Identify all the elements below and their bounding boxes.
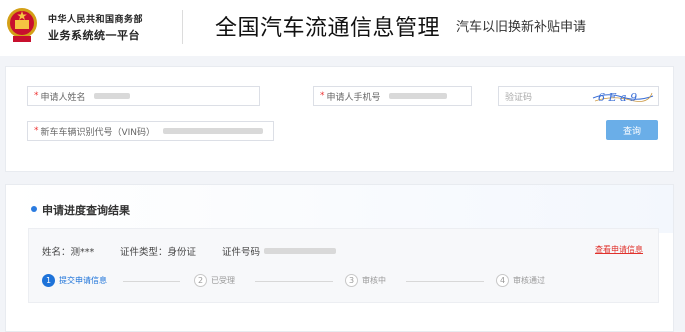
result-title: 申请进度查询结果 bbox=[42, 204, 130, 217]
required-mark: * bbox=[320, 91, 325, 101]
vin-label: 新车车辆识别代号（VIN码） bbox=[40, 127, 156, 138]
id-number-label: 证件号码 bbox=[222, 247, 261, 258]
page-title: 全国汽车流通信息管理 bbox=[215, 16, 441, 41]
platform-name: 业务系统统一平台 bbox=[48, 29, 140, 42]
masked-value bbox=[388, 93, 447, 99]
masked-value bbox=[93, 93, 130, 99]
top-header: 中华人民共和国商务部 业务系统统一平台 全国汽车流通信息管理 汽车以旧换新补贴申… bbox=[0, 0, 685, 56]
applicant-name-label: 申请人姓名 bbox=[40, 92, 86, 103]
step-approved: 4 审核通过 bbox=[496, 274, 545, 287]
applicant-phone-field[interactable]: * 申请人手机号 bbox=[313, 86, 472, 106]
captcha-field[interactable]: 验证码 6 E a 9 bbox=[498, 86, 659, 106]
step-connector bbox=[123, 281, 180, 282]
vin-field[interactable]: * 新车车辆识别代号（VIN码） bbox=[27, 121, 274, 141]
result-card: 姓名：测*** 证件类型：身份证 证件号码 查看申请信息 1 提交申请信息 2 … bbox=[28, 228, 659, 303]
query-button[interactable]: 查询 bbox=[606, 120, 658, 140]
header-divider bbox=[182, 10, 183, 44]
step-number: 4 bbox=[496, 274, 509, 287]
masked-value bbox=[264, 248, 337, 254]
masked-value bbox=[163, 128, 264, 134]
national-emblem-icon bbox=[7, 8, 37, 42]
step-number: 3 bbox=[345, 274, 358, 287]
step-number: 1 bbox=[42, 274, 55, 287]
step-label: 审核中 bbox=[362, 276, 386, 285]
page-subtitle: 汽车以旧换新补贴申请 bbox=[456, 20, 587, 35]
step-number: 2 bbox=[194, 274, 207, 287]
step-reviewing: 3 审核中 bbox=[345, 274, 386, 287]
id-type-value: 证件类型：身份证 bbox=[120, 247, 197, 258]
applicant-name-field[interactable]: * 申请人姓名 bbox=[27, 86, 260, 106]
step-label: 已受理 bbox=[211, 276, 235, 285]
step-label: 审核通过 bbox=[513, 276, 545, 285]
step-submit: 1 提交申请信息 bbox=[42, 274, 107, 287]
step-connector bbox=[406, 281, 484, 282]
result-panel: 申请进度查询结果 姓名：测*** 证件类型：身份证 证件号码 查看申请信息 1 … bbox=[5, 184, 674, 332]
captcha-placeholder: 验证码 bbox=[505, 92, 533, 103]
step-accepted: 2 已受理 bbox=[194, 274, 235, 287]
applicant-name-value: 姓名：测*** bbox=[42, 247, 95, 258]
applicant-phone-label: 申请人手机号 bbox=[326, 92, 381, 103]
id-number: 证件号码 bbox=[222, 244, 337, 258]
query-form-panel: * 申请人姓名 * 申请人手机号 验证码 6 E a 9 * 新车车辆识别代号（… bbox=[5, 66, 674, 172]
ministry-name: 中华人民共和国商务部 bbox=[48, 15, 144, 25]
required-mark: * bbox=[34, 91, 39, 101]
captcha-text: 6 E a 9 bbox=[598, 91, 637, 104]
required-mark: * bbox=[34, 126, 39, 136]
result-header: 申请进度查询结果 bbox=[6, 185, 673, 233]
captcha-image[interactable]: 6 E a 9 bbox=[592, 89, 654, 104]
step-label: 提交申请信息 bbox=[59, 276, 107, 285]
bullet-dot-icon bbox=[31, 206, 37, 212]
view-application-link[interactable]: 查看申请信息 bbox=[595, 244, 643, 255]
step-connector bbox=[255, 281, 333, 282]
